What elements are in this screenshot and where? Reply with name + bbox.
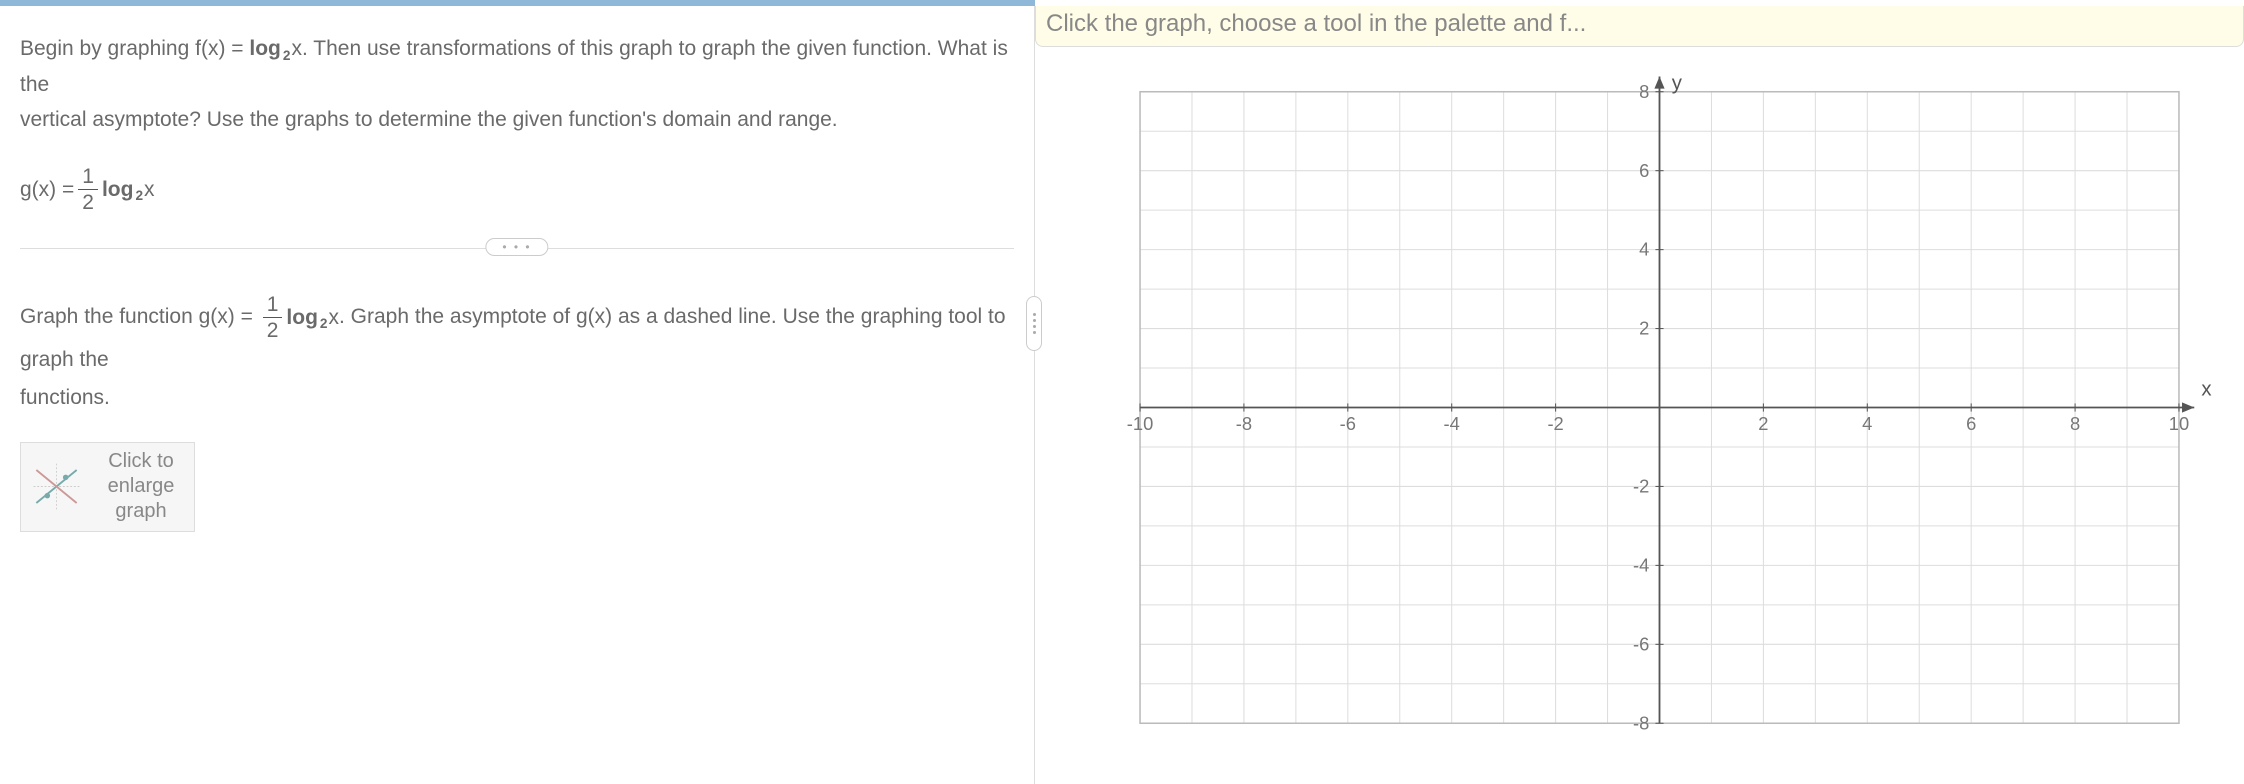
enlarge-thumb-icon <box>29 459 84 514</box>
instr-base: 2 <box>320 312 328 337</box>
y-tick-label: -6 <box>1633 633 1649 654</box>
instruction-text: Graph the function g(x) = 1 2 log 2 x . … <box>20 294 1014 417</box>
gx-lhs: g(x) = <box>20 178 74 202</box>
instr-frac-num: 1 <box>263 294 283 318</box>
y-tick-label: 2 <box>1639 318 1649 339</box>
fx-var: x <box>291 31 302 67</box>
section-divider: • • • <box>20 248 1014 249</box>
graph-hint-text: Click the graph, choose a tool in the pa… <box>1046 10 1586 37</box>
enlarge-graph-button[interactable]: Click to enlarge graph <box>20 442 195 532</box>
coordinate-plane[interactable]: -10 -8 -6 -4 -2 2 4 6 8 10 2 4 6 8 -2 -4 -6 -8 y x <box>1095 51 2224 764</box>
x-tick-label: -2 <box>1547 413 1563 434</box>
fx-log-expr: log 2 x <box>249 31 302 67</box>
enlarge-line3: graph <box>96 499 186 524</box>
instr-log: log <box>286 299 318 337</box>
instr-part1: Graph the function g(x) = <box>20 305 259 328</box>
y-tick-label: 8 <box>1639 81 1649 102</box>
gx-log-expr: log 2 x <box>102 178 155 202</box>
instruction-line-2: functions. <box>20 379 1014 417</box>
gx-fraction: 1 2 <box>78 166 98 213</box>
gx-log: log <box>102 178 134 202</box>
gx-equation: g(x) = 1 2 log 2 x <box>20 166 1014 213</box>
x-tick-label: -8 <box>1236 413 1252 434</box>
instr-frac-den: 2 <box>263 318 283 341</box>
graph-panel: Click the graph, choose a tool in the pa… <box>1035 6 2244 784</box>
x-tick-label: -4 <box>1444 413 1460 434</box>
x-axis-label: x <box>2201 378 2211 400</box>
fx-base: 2 <box>283 44 291 67</box>
instr-frac: 1 2 <box>263 294 283 341</box>
y-tick-label: 4 <box>1639 239 1649 260</box>
enlarge-line1: Click to <box>96 449 186 474</box>
intro-line-2: vertical asymptote? Use the graphs to de… <box>20 102 1014 138</box>
gx-base: 2 <box>135 188 143 203</box>
enlarge-line2: enlarge <box>96 474 186 499</box>
gx-frac-num: 1 <box>78 166 98 190</box>
instr-log-expr: log 2 x <box>286 299 339 337</box>
enlarge-label: Click to enlarge graph <box>96 449 186 524</box>
question-panel: Begin by graphing f(x) = log 2 x . Then … <box>0 6 1035 784</box>
y-tick-label: 6 <box>1639 160 1649 181</box>
fx-log: log <box>249 31 281 67</box>
x-tick-label: 2 <box>1758 413 1768 434</box>
question-intro: Begin by graphing f(x) = log 2 x . Then … <box>20 31 1014 138</box>
graph-hint-banner: Click the graph, choose a tool in the pa… <box>1035 6 2244 47</box>
x-tick-label: 8 <box>2070 413 2080 434</box>
instr-var: x <box>329 299 340 337</box>
x-tick-label: 6 <box>1966 413 1976 434</box>
intro-text-1: Begin by graphing f(x) = <box>20 37 249 60</box>
main-container: Begin by graphing f(x) = log 2 x . Then … <box>0 6 2244 784</box>
y-tick-label: -8 <box>1633 712 1649 733</box>
x-tick-label: 4 <box>1862 413 1872 434</box>
expand-pill[interactable]: • • • <box>485 238 548 256</box>
gx-frac-den: 2 <box>78 190 98 213</box>
x-tick-label: 10 <box>2169 413 2189 434</box>
panel-resize-handle[interactable] <box>1026 296 1042 351</box>
y-tick-label: -2 <box>1633 476 1649 497</box>
instr-eq: 1 2 log 2 x <box>259 294 339 341</box>
y-tick-label: -4 <box>1633 554 1649 575</box>
gx-var: x <box>144 178 155 202</box>
x-tick-label: -6 <box>1340 413 1356 434</box>
y-axis-label: y <box>1672 73 1683 95</box>
intro-line-1: Begin by graphing f(x) = log 2 x . Then … <box>20 31 1014 102</box>
x-tick-label: -10 <box>1127 413 1154 434</box>
instruction-line-1: Graph the function g(x) = 1 2 log 2 x . … <box>20 294 1014 379</box>
